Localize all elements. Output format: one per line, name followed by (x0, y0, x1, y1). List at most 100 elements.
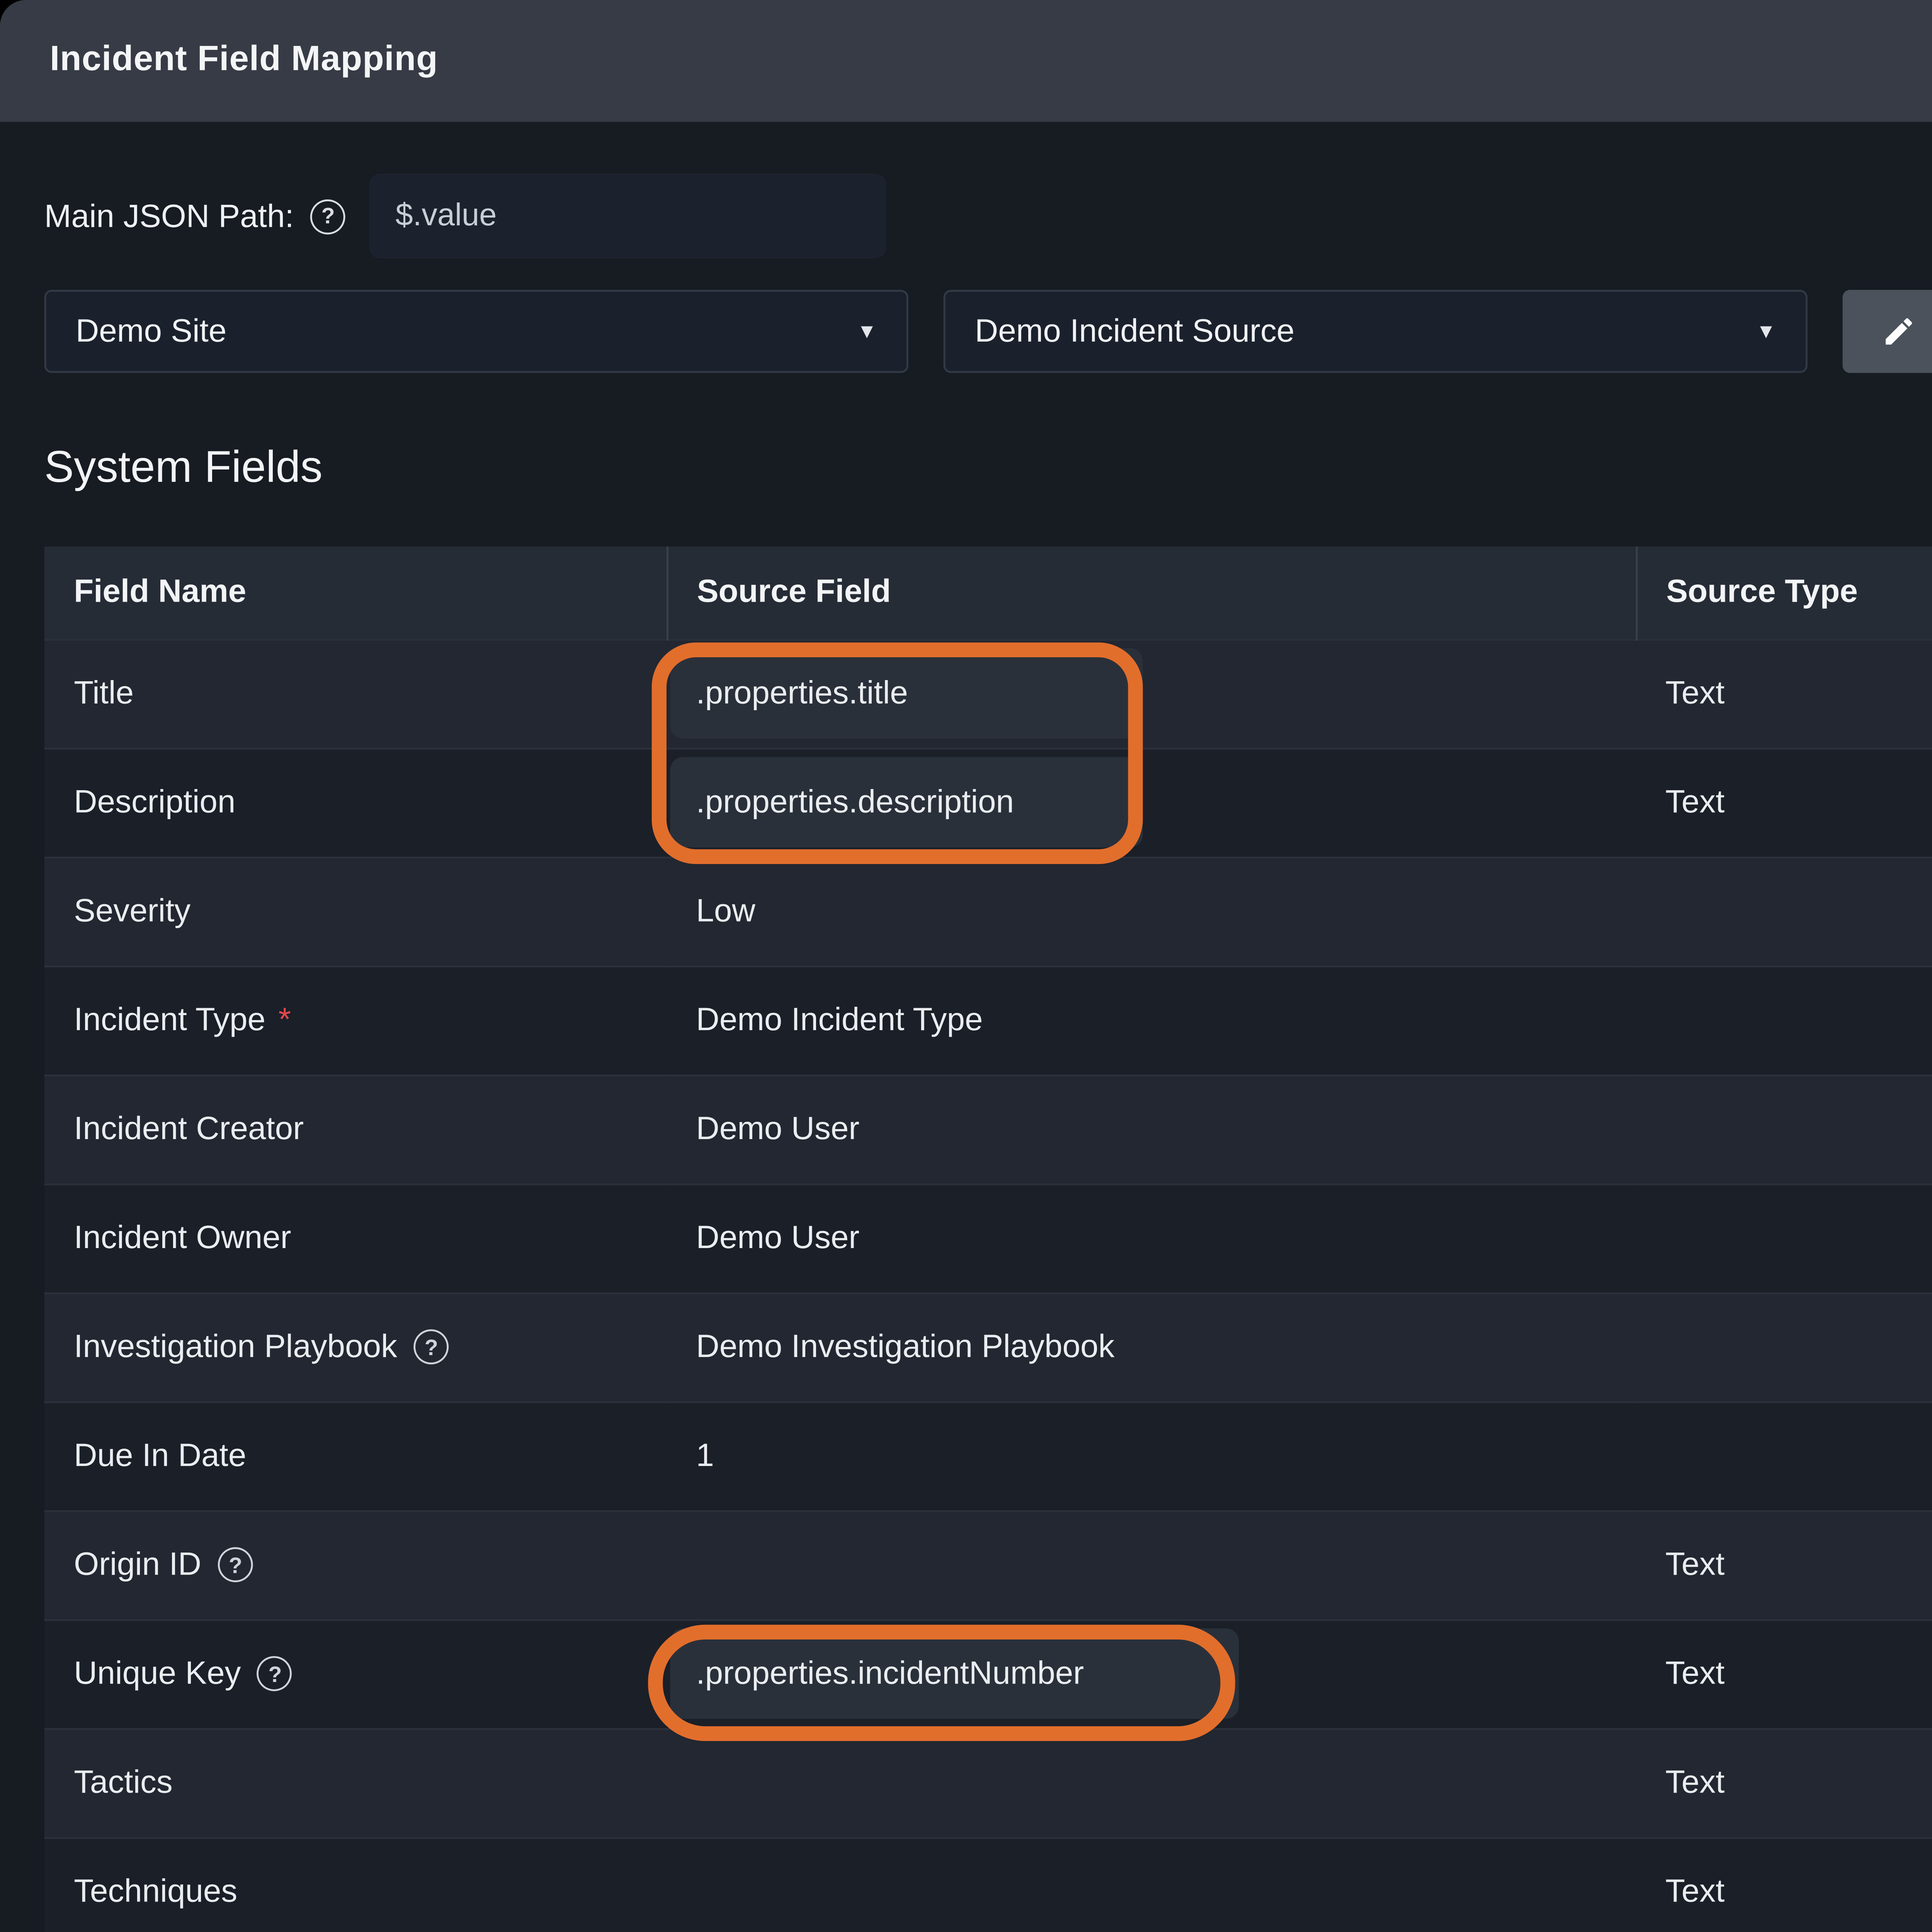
source-type-cell: Text (1636, 1619, 1932, 1728)
table-row-incident-type: Incident Type * Demo Incident Type (44, 966, 1932, 1075)
field-name: Incident Creator (74, 1110, 304, 1148)
field-name-cell: Severity (44, 857, 667, 966)
edit-source-button[interactable]: Edit Source (1843, 290, 1932, 373)
field-name: Severity (74, 892, 190, 930)
json-path-help-icon[interactable]: ? (311, 199, 346, 234)
source-type-value: Text (1665, 1872, 1725, 1909)
chevron-down-icon: ▼ (857, 320, 877, 342)
help-icon[interactable]: ? (257, 1656, 293, 1691)
field-name: Incident Type (74, 1001, 265, 1039)
source-field-cell[interactable]: 1 (667, 1401, 1636, 1510)
field-name: Tactics (74, 1763, 173, 1802)
system-fields-table: Field Name Source Field Source Type Rege… (44, 546, 1932, 1932)
table-row-due-in-date: Due In Date 1 (44, 1401, 1932, 1510)
source-field-cell[interactable]: .properties.incidentNumber (667, 1619, 1636, 1728)
source-field-value: .properties.incidentNumber (696, 1654, 1084, 1693)
source-field-cell[interactable]: Demo User (667, 1184, 1636, 1293)
source-field-cell[interactable]: .properties.description (667, 748, 1636, 857)
table-row-unique-key: Unique Key? .properties.incidentNumber T… (44, 1619, 1932, 1728)
source-type-cell: Text (1636, 639, 1932, 748)
json-path-row: Main JSON Path: ? (44, 173, 1932, 259)
source-type-cell: Text (1636, 748, 1932, 857)
field-name-cell: Investigation Playbook? (44, 1293, 667, 1401)
dialog-content: Main JSON Path: ? Demo Site ▼ Demo Incid… (0, 173, 1932, 1932)
field-name: Description (74, 783, 235, 821)
source-field-cell[interactable]: Demo Investigation Playbook (667, 1293, 1636, 1401)
field-name: Unique Key (74, 1654, 241, 1693)
source-field-chip[interactable]: .properties.description (670, 757, 1143, 847)
source-type-cell: Text (1636, 1837, 1932, 1932)
viewport: Incident Field Mapping ✕ Main JSON Path:… (0, 0, 1932, 1932)
source-field-chip[interactable]: .properties.title (670, 648, 1143, 738)
field-name-cell: Due In Date (44, 1401, 667, 1510)
source-type-value: Text (1665, 1763, 1725, 1800)
source-field-chip[interactable]: .properties.incidentNumber (670, 1628, 1239, 1719)
source-field-value: Low (696, 892, 755, 929)
json-path-input[interactable] (370, 173, 887, 259)
source-field-cell[interactable] (667, 1728, 1636, 1837)
source-type-cell (1636, 1293, 1932, 1401)
source-field-cell[interactable] (667, 1510, 1636, 1619)
chevron-down-icon: ▼ (1756, 320, 1776, 342)
table-row-investigation-playbook: Investigation Playbook? Demo Investigati… (44, 1293, 1932, 1401)
source-type-value: Text (1665, 783, 1725, 820)
source-field-cell[interactable]: Demo User (667, 1075, 1636, 1184)
source-field-value: Demo User (696, 1219, 859, 1256)
source-field-cell[interactable]: .properties.title (667, 639, 1636, 748)
incident-source-dropdown[interactable]: Demo Incident Source ▼ (944, 290, 1808, 373)
source-type-value: Text (1665, 1654, 1725, 1691)
table-row-title: Title .properties.title Text (44, 639, 1932, 748)
field-name: Incident Owner (74, 1219, 291, 1257)
header-source-field: Source Field (667, 546, 1636, 639)
field-name-cell: Origin ID? (44, 1510, 667, 1619)
source-field-cell[interactable]: Low (667, 857, 1636, 966)
required-asterisk: * (278, 1001, 291, 1039)
source-field-value: Demo Investigation Playbook (696, 1327, 1114, 1364)
source-type-cell (1636, 966, 1932, 1075)
table-row-techniques: Techniques Text (44, 1837, 1932, 1932)
source-field-cell[interactable]: Demo Incident Type (667, 966, 1636, 1075)
table-row-incident-owner: Incident Owner Demo User (44, 1184, 1932, 1293)
field-name: Investigation Playbook (74, 1327, 397, 1366)
field-name-cell: Unique Key? (44, 1619, 667, 1728)
table-row-incident-creator: Incident Creator Demo User (44, 1075, 1932, 1184)
source-field-value: .properties.title (696, 674, 908, 713)
help-icon[interactable]: ? (414, 1329, 449, 1364)
source-field-value: Demo User (696, 1110, 859, 1147)
source-type-value: Text (1665, 674, 1725, 711)
site-dropdown-value: Demo Site (76, 312, 226, 350)
source-type-cell (1636, 857, 1932, 966)
field-name-cell: Description (44, 748, 667, 857)
system-fields-heading: System Fields (44, 443, 1932, 495)
pencil-icon (1881, 314, 1917, 349)
source-field-value: .properties.description (696, 783, 1014, 821)
source-field-cell[interactable] (667, 1837, 1636, 1932)
source-type-cell: Text (1636, 1510, 1932, 1619)
header-field-name: Field Name (44, 546, 667, 639)
incident-source-dropdown-value: Demo Incident Source (975, 312, 1294, 350)
table-header-row: Field Name Source Field Source Type Rege… (44, 546, 1932, 639)
source-field-value: 1 (696, 1436, 714, 1473)
field-name: Due In Date (74, 1436, 246, 1475)
table-row-tactics: Tactics Text (44, 1728, 1932, 1837)
source-type-value: Text (1665, 1545, 1725, 1582)
field-name: Title (74, 674, 134, 713)
field-name-cell: Title (44, 639, 667, 748)
table-row-severity: Severity Low (44, 857, 1932, 966)
field-name: Origin ID (74, 1545, 201, 1584)
field-name-cell: Incident Owner (44, 1184, 667, 1293)
header-source-type: Source Type (1636, 546, 1932, 639)
help-icon[interactable]: ? (218, 1547, 253, 1582)
incident-field-mapping-dialog: Incident Field Mapping ✕ Main JSON Path:… (0, 0, 1932, 1932)
table-row-description: Description .properties.description Text (44, 748, 1932, 857)
dialog-titlebar: Incident Field Mapping ✕ (0, 0, 1932, 122)
source-field-value: Demo Incident Type (696, 1001, 983, 1038)
field-name-cell: Incident Type * (44, 966, 667, 1075)
field-name-cell: Incident Creator (44, 1075, 667, 1184)
source-type-cell (1636, 1401, 1932, 1510)
dialog-title: Incident Field Mapping (50, 41, 438, 81)
source-type-cell (1636, 1075, 1932, 1184)
source-type-cell (1636, 1184, 1932, 1293)
site-dropdown[interactable]: Demo Site ▼ (44, 290, 908, 373)
field-name: Techniques (74, 1872, 237, 1911)
